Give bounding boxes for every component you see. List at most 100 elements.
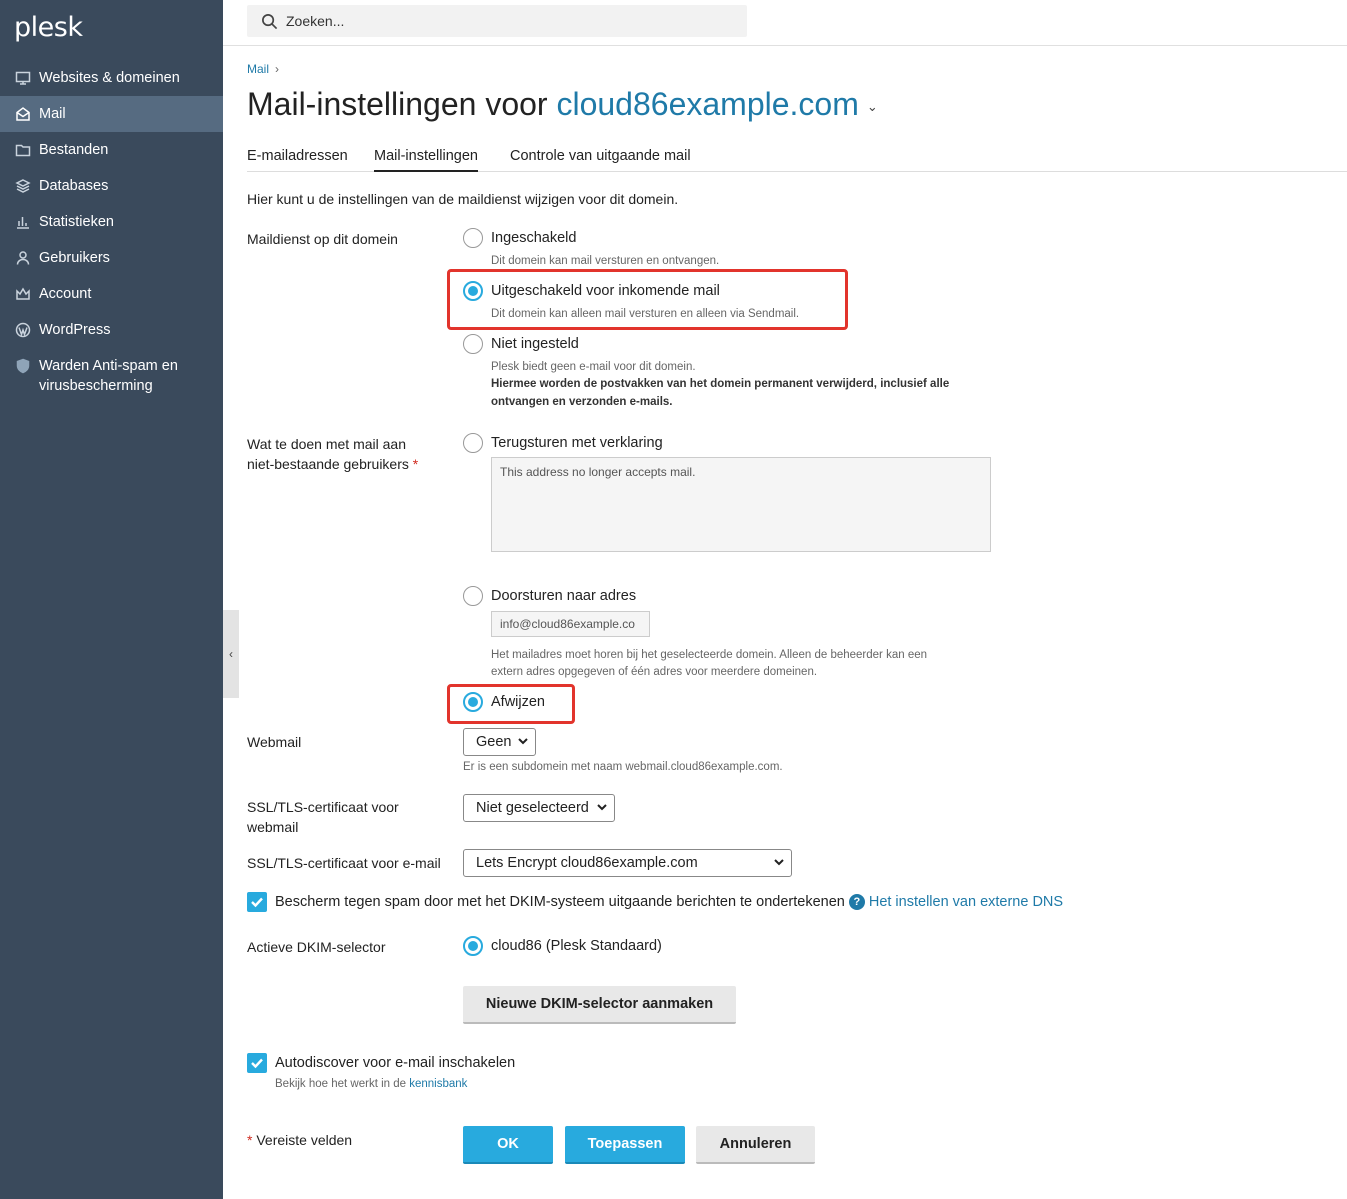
bounce-radio[interactable]: Terugsturen met verklaring: [463, 433, 663, 453]
dkim-label: Bescherm tegen spam door met het DKIM-sy…: [275, 894, 845, 910]
sidebar-item-mail[interactable]: Mail: [0, 96, 223, 132]
select-value: Lets Encrypt cloud86example.com: [476, 855, 698, 871]
radio-label: Terugsturen met verklaring: [491, 435, 663, 451]
shield-icon: [14, 357, 32, 375]
dkim-selector-label: Actieve DKIM-selector: [247, 939, 386, 955]
radio-label: Uitgeschakeld voor inkomende mail: [491, 283, 720, 299]
breadcrumb-mail-link[interactable]: Mail: [247, 62, 269, 76]
forward-address-field[interactable]: [491, 611, 650, 637]
tab-mail-settings[interactable]: Mail-instellingen: [374, 148, 478, 172]
mail-service-label: Maildienst op dit domein: [247, 231, 398, 247]
page-title: Mail-instellingen voor cloud86example.co…: [247, 86, 878, 123]
mail-service-disabled-incoming-radio[interactable]: Uitgeschakeld voor inkomende mail: [463, 281, 720, 301]
required-fields-note: * Vereiste velden: [247, 1130, 352, 1150]
autodiscover-checkbox[interactable]: [247, 1053, 267, 1073]
sidebar-item-label: Databases: [39, 178, 109, 194]
select-value: Niet geselecteerd: [476, 800, 589, 816]
sidebar-collapse-handle[interactable]: ‹: [223, 610, 239, 698]
autodiscover-checkbox-row[interactable]: Autodiscover voor e-mail inschakelen: [247, 1053, 515, 1073]
select-value: Geen: [476, 734, 512, 750]
bounce-message-textarea[interactable]: This address no longer accepts mail.: [491, 457, 991, 552]
folder-icon: [14, 141, 32, 159]
search-input[interactable]: [286, 13, 726, 29]
sidebar-item-wordpress[interactable]: WordPress: [0, 312, 223, 348]
webmail-hint: Er is een subdomein met naam webmail.clo…: [463, 761, 783, 773]
layers-icon: [14, 177, 32, 195]
sidebar-item-gebruikers[interactable]: Gebruikers: [0, 240, 223, 276]
forward-hint-line-1: Het mailadres moet horen bij het geselec…: [491, 649, 928, 661]
sidebar-item-label: Bestanden: [39, 142, 109, 158]
ssl-email-select[interactable]: Lets Encrypt cloud86example.com: [463, 849, 792, 877]
required-fields-text: Vereiste velden: [256, 1132, 353, 1148]
radio-button[interactable]: [463, 334, 483, 354]
radio-button[interactable]: [463, 433, 483, 453]
radio-button[interactable]: [463, 692, 483, 712]
dkim-checkbox-row[interactable]: Bescherm tegen spam door met het DKIM-sy…: [247, 892, 1063, 912]
sidebar-item-warden[interactable]: Warden Anti-spam en virusbescherming: [0, 348, 223, 396]
page-title-domain[interactable]: cloud86example.com: [556, 86, 858, 122]
hint-prefix: Bekijk hoe het werkt in de: [275, 1078, 407, 1090]
external-dns-link[interactable]: Het instellen van externe DNS: [869, 894, 1063, 910]
forward-radio[interactable]: Doorsturen naar adres: [463, 586, 636, 606]
cancel-button[interactable]: Annuleren: [696, 1126, 815, 1164]
nonexistent-users-label: Wat te doen met mail aan niet-bestaande …: [247, 434, 418, 474]
radio-button[interactable]: [463, 281, 483, 301]
new-dkim-selector-button[interactable]: Nieuwe DKIM-selector aanmaken: [463, 986, 736, 1024]
radio-label: cloud86 (Plesk Standaard): [491, 938, 662, 954]
radio-label: Ingeschakeld: [491, 230, 577, 246]
forward-hint-line-2: extern adres opgegeven of één adres voor…: [491, 666, 818, 678]
reject-radio[interactable]: Afwijzen: [463, 692, 545, 712]
chevron-down-icon: [773, 856, 785, 868]
header-divider: [223, 45, 1347, 46]
sidebar-item-label: Websites & domeinen: [39, 70, 180, 86]
plesk-logo[interactable]: plesk: [14, 12, 83, 43]
webmail-select[interactable]: Geen: [463, 728, 536, 756]
radio-button[interactable]: [463, 586, 483, 606]
mail-service-disabled-incoming-hint: Dit domein kan alleen mail versturen en …: [491, 308, 800, 320]
required-mark: *: [412, 456, 419, 472]
chevron-down-icon[interactable]: ⌄: [867, 99, 878, 114]
intro-text: Hier kunt u de instellingen van de maild…: [247, 191, 679, 207]
radio-button[interactable]: [463, 228, 483, 248]
tab-outgoing-mail-control[interactable]: Controle van uitgaande mail: [510, 148, 691, 170]
dkim-checkbox[interactable]: [247, 892, 267, 912]
sidebar-item-label: Account: [39, 286, 92, 302]
sidebar-item-statistieken[interactable]: Statistieken: [0, 204, 223, 240]
apply-button[interactable]: Toepassen: [565, 1126, 685, 1164]
mail-service-not-configured-hint: Plesk biedt geen e-mail voor dit domein.: [491, 361, 696, 373]
bar-chart-icon: [14, 213, 32, 231]
webmail-label: Webmail: [247, 734, 302, 750]
mail-service-not-configured-radio[interactable]: Niet ingesteld: [463, 334, 579, 354]
monitor-icon: [14, 69, 32, 87]
tab-bar: E-mailadressen Mail-instellingen Control…: [247, 144, 1347, 172]
sidebar-item-label: Warden Anti-spam en virusbescherming: [39, 358, 178, 394]
sidebar-nav: Websites & domeinen Mail Bestanden Datab…: [0, 60, 223, 396]
radio-button[interactable]: [463, 936, 483, 956]
knowledge-base-link[interactable]: kennisbank: [409, 1078, 467, 1090]
sidebar-item-bestanden[interactable]: Bestanden: [0, 132, 223, 168]
help-icon[interactable]: ?: [848, 894, 865, 910]
sidebar-item-databases[interactable]: Databases: [0, 168, 223, 204]
sidebar-item-account[interactable]: Account: [0, 276, 223, 312]
chevron-right-icon: ›: [275, 62, 280, 76]
radio-label: Doorsturen naar adres: [491, 588, 637, 604]
user-icon: [14, 249, 32, 267]
mail-service-enabled-radio[interactable]: Ingeschakeld: [463, 228, 576, 248]
ssl-webmail-select[interactable]: Niet geselecteerd: [463, 794, 615, 822]
label-line-2: webmail: [247, 819, 299, 835]
label-line-1: SSL/TLS-certificaat voor: [247, 799, 399, 815]
mail-icon: [14, 105, 32, 123]
dkim-selector-radio[interactable]: cloud86 (Plesk Standaard): [463, 936, 662, 956]
label-line-1: Wat te doen met mail aan: [247, 436, 407, 452]
page-title-prefix: Mail-instellingen voor: [247, 86, 548, 122]
ok-button[interactable]: OK: [463, 1126, 553, 1164]
search-box[interactable]: [247, 5, 747, 37]
label-line-2: niet-bestaande gebruikers: [247, 456, 409, 472]
sidebar-item-websites[interactable]: Websites & domeinen: [0, 60, 223, 96]
radio-label: Afwijzen: [491, 694, 545, 710]
ssl-webmail-label: SSL/TLS-certificaat voor webmail: [247, 797, 399, 837]
chevron-down-icon: [596, 801, 608, 813]
sidebar-item-label: Gebruikers: [39, 250, 110, 266]
tab-email-addresses[interactable]: E-mailadressen: [247, 148, 348, 170]
breadcrumb: Mail ›: [247, 62, 279, 76]
